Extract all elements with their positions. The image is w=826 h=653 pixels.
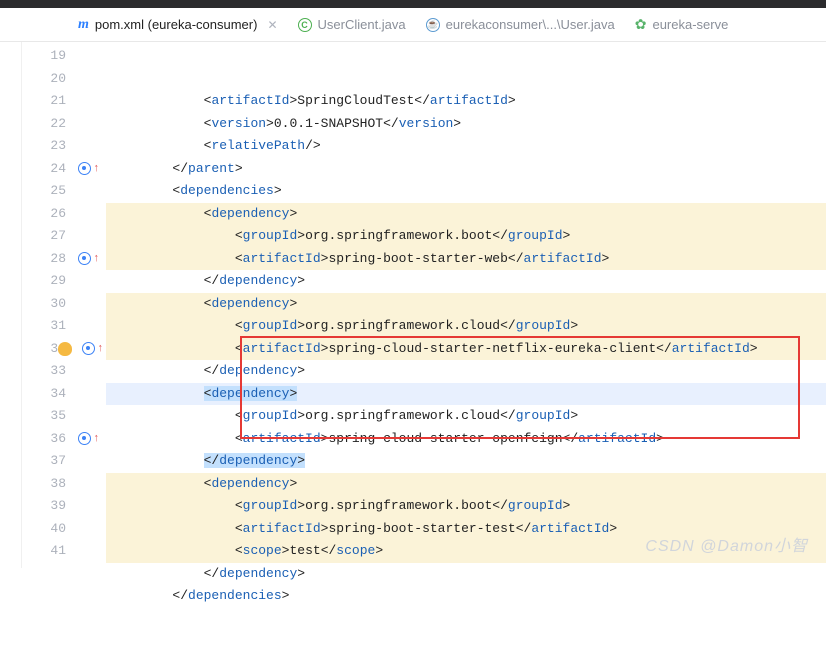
code-line[interactable]: <dependencies> <box>106 180 826 203</box>
tab-userclient[interactable]: C UserClient.java <box>288 8 416 41</box>
code-editor[interactable]: 1920212223242526272829303132333435363738… <box>0 42 826 568</box>
bulb-icon[interactable] <box>58 342 72 356</box>
line-number: 39 <box>22 495 66 518</box>
maven-icon: m <box>78 17 89 33</box>
gutter-mark <box>78 180 106 203</box>
up-arrow-icon: ↑ <box>93 158 100 181</box>
watermark: CSDN @Damon小智 <box>645 532 808 556</box>
code-line[interactable]: <relativePath/> <box>106 135 826 158</box>
gutter-mark <box>78 113 106 136</box>
code-line[interactable]: </dependency> <box>106 450 826 473</box>
line-number: 35 <box>22 405 66 428</box>
code-line[interactable]: </dependency> <box>106 270 826 293</box>
tab-pom-xml[interactable]: m pom.xml (eureka-consumer) ✕ <box>68 8 288 41</box>
line-number: 24 <box>22 158 66 181</box>
code-line[interactable]: <artifactId>SpringCloudTest</artifactId> <box>106 90 826 113</box>
code-line[interactable]: <groupId>org.springframework.boot</group… <box>106 495 826 518</box>
line-number: 29 <box>22 270 66 293</box>
code-line[interactable]: <groupId>org.springframework.cloud</grou… <box>106 405 826 428</box>
code-line[interactable]: <dependency> <box>106 293 826 316</box>
line-number: 36 <box>22 428 66 451</box>
gutter-marks: ↑ ↑ ↑ ↑ <box>78 42 106 568</box>
gutter-mark <box>78 45 106 68</box>
gutter-mark <box>78 90 106 113</box>
line-number: 21 <box>22 90 66 113</box>
target-icon[interactable] <box>82 342 95 355</box>
gutter-mark <box>78 495 106 518</box>
gutter-mark <box>78 450 106 473</box>
line-number: 19 <box>22 45 66 68</box>
gutter-mark: ↑ <box>78 248 106 271</box>
gutter-mark <box>78 360 106 383</box>
code-line[interactable]: <groupId>org.springframework.cloud</grou… <box>106 315 826 338</box>
gutter-mark <box>78 518 106 541</box>
code-line[interactable]: <artifactId>spring-boot-starter-web</art… <box>106 248 826 271</box>
line-number: 31 <box>22 315 66 338</box>
code-line[interactable]: </dependency> <box>106 563 826 586</box>
class-icon: C <box>298 18 312 32</box>
code-line[interactable]: <artifactId>spring-cloud-starter-openfei… <box>106 428 826 451</box>
tab-label: eurekaconsumer\...\User.java <box>446 17 615 32</box>
gutter-mark: ↑ <box>78 428 106 451</box>
line-number: 38 <box>22 473 66 496</box>
line-number: 30 <box>22 293 66 316</box>
code-area[interactable]: <artifactId>SpringCloudTest</artifactId>… <box>106 42 826 568</box>
gutter-mark <box>78 473 106 496</box>
line-number: 33 <box>22 360 66 383</box>
gutter-mark <box>78 203 106 226</box>
code-line[interactable]: </parent> <box>106 158 826 181</box>
gutter-mark <box>78 540 106 563</box>
gutter-mark <box>78 68 106 91</box>
gutter-mark <box>78 270 106 293</box>
line-number: 27 <box>22 225 66 248</box>
line-gutter: 1920212223242526272829303132333435363738… <box>22 42 78 568</box>
java-icon: ☕ <box>426 18 440 32</box>
close-icon[interactable]: ✕ <box>267 18 277 32</box>
code-line[interactable]: <dependency> <box>106 383 826 406</box>
editor-tabs: m pom.xml (eureka-consumer) ✕ C UserClie… <box>0 8 826 42</box>
top-bar <box>0 0 826 8</box>
tab-label: eureka-serve <box>652 17 728 32</box>
tab-user-java[interactable]: ☕ eurekaconsumer\...\User.java <box>416 8 625 41</box>
target-icon[interactable] <box>78 162 91 175</box>
gutter-mark: ↑ <box>78 158 106 181</box>
up-arrow-icon: ↑ <box>93 248 100 271</box>
code-line[interactable]: <dependency> <box>106 203 826 226</box>
up-arrow-icon: ↑ <box>93 428 100 451</box>
target-icon[interactable] <box>78 252 91 265</box>
line-number: 37 <box>22 450 66 473</box>
gutter-mark <box>78 315 106 338</box>
line-number: 28 <box>22 248 66 271</box>
line-number: 26 <box>22 203 66 226</box>
code-line[interactable]: <artifactId>spring-cloud-starter-netflix… <box>106 338 826 361</box>
code-line[interactable]: <dependency> <box>106 473 826 496</box>
line-number: 20 <box>22 68 66 91</box>
line-number: 40 <box>22 518 66 541</box>
line-number: 23 <box>22 135 66 158</box>
code-line[interactable]: </dependencies> <box>106 585 826 608</box>
gutter-mark <box>78 383 106 406</box>
up-arrow-icon: ↑ <box>97 338 104 361</box>
gutter-mark <box>78 225 106 248</box>
target-icon[interactable] <box>78 432 91 445</box>
gutter-mark <box>78 135 106 158</box>
gutter-mark: ↑ <box>58 338 106 361</box>
line-number: 34 <box>22 383 66 406</box>
code-line[interactable]: <version>0.0.1-SNAPSHOT</version> <box>106 113 826 136</box>
spring-icon: ✿ <box>635 16 647 33</box>
code-line[interactable]: <groupId>org.springframework.boot</group… <box>106 225 826 248</box>
left-strip <box>0 42 22 568</box>
line-number: 22 <box>22 113 66 136</box>
line-number: 41 <box>22 540 66 563</box>
code-line[interactable]: </dependency> <box>106 360 826 383</box>
tab-label: UserClient.java <box>318 17 406 32</box>
tab-label: pom.xml (eureka-consumer) <box>95 17 258 32</box>
tab-eureka-server[interactable]: ✿ eureka-serve <box>625 8 739 41</box>
gutter-mark <box>78 293 106 316</box>
gutter-mark <box>78 405 106 428</box>
line-number: 25 <box>22 180 66 203</box>
